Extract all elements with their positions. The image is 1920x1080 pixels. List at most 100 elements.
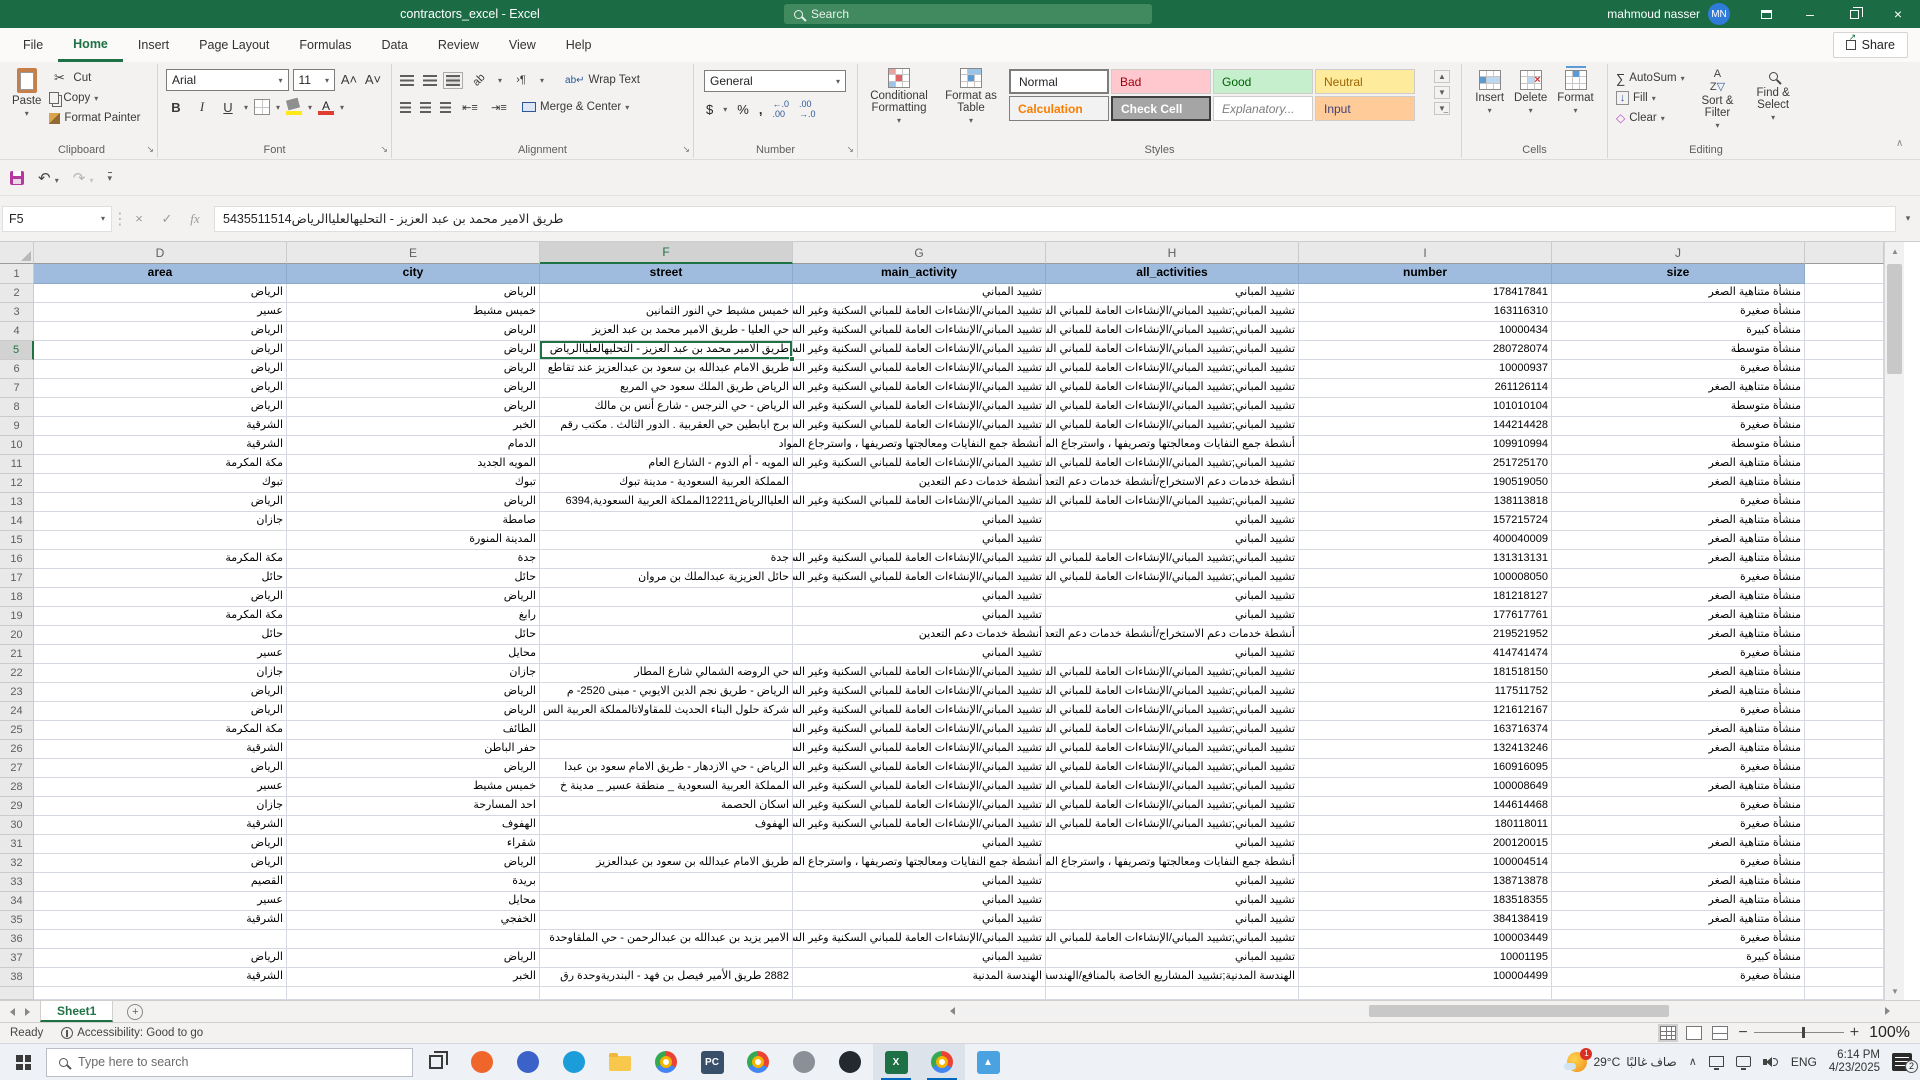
- cell-extra[interactable]: [1805, 759, 1884, 778]
- github-icon[interactable]: [827, 1044, 873, 1080]
- office-search-box[interactable]: Search: [784, 4, 1152, 24]
- cell-extra[interactable]: [1805, 816, 1884, 835]
- cell-extra[interactable]: [1805, 550, 1884, 569]
- paste-button[interactable]: Paste▾: [12, 68, 41, 128]
- cell-size[interactable]: منشأة متناهية الصغر: [1552, 474, 1805, 493]
- row-header[interactable]: 17: [0, 569, 34, 588]
- cell-number[interactable]: 178417841: [1299, 284, 1552, 303]
- increase-indent-button[interactable]: ⇥≡: [489, 97, 509, 117]
- row-header[interactable]: 7: [0, 379, 34, 398]
- style-calculation[interactable]: Calculation: [1009, 96, 1109, 121]
- cell-all[interactable]: تشييد المباني: [1046, 588, 1299, 607]
- cell-empty[interactable]: [1046, 987, 1299, 1000]
- cell-number[interactable]: 181518150: [1299, 664, 1552, 683]
- show-hidden-icons-button[interactable]: ∧: [1689, 1055, 1697, 1068]
- cell-all[interactable]: تشييد المباني;تشييد المباني/الإنشاءات ال…: [1046, 683, 1299, 702]
- cell-extra[interactable]: [1805, 873, 1884, 892]
- cell-number[interactable]: 163716374: [1299, 721, 1552, 740]
- row-header[interactable]: 3: [0, 303, 34, 322]
- pc-tile-icon[interactable]: PC: [689, 1044, 735, 1080]
- row-header[interactable]: [0, 987, 34, 1000]
- cell-extra[interactable]: [1805, 854, 1884, 873]
- cell-size[interactable]: منشأة متناهية الصغر: [1552, 588, 1805, 607]
- cell-city[interactable]: الرياض: [287, 284, 540, 303]
- cell-number[interactable]: 251725170: [1299, 455, 1552, 474]
- cell-number[interactable]: 190519050: [1299, 474, 1552, 493]
- cell-city[interactable]: جازان: [287, 664, 540, 683]
- cell-extra[interactable]: [1805, 721, 1884, 740]
- header-cell-street[interactable]: street: [540, 264, 793, 284]
- row-header[interactable]: 36: [0, 930, 34, 949]
- normal-view-button[interactable]: [1660, 1026, 1676, 1040]
- row-header[interactable]: 35: [0, 911, 34, 930]
- next-sheet-icon[interactable]: [25, 1008, 30, 1016]
- cell-extra[interactable]: [1805, 797, 1884, 816]
- cell-size[interactable]: منشأة متوسطة: [1552, 398, 1805, 417]
- gallery-more-button[interactable]: ▼̲: [1434, 102, 1450, 115]
- cell-area[interactable]: الرياض: [34, 588, 287, 607]
- tab-formulas[interactable]: Formulas: [284, 28, 366, 62]
- cell-area[interactable]: الشرقية: [34, 911, 287, 930]
- cell-all[interactable]: أنشطة جمع النفايات ومعالجتها وتصريفها ، …: [1046, 854, 1299, 873]
- sheet-tab-sheet1[interactable]: Sheet1: [40, 1001, 113, 1022]
- cell-all[interactable]: تشييد المباني;تشييد المباني/الإنشاءات ال…: [1046, 569, 1299, 588]
- prev-sheet-icon[interactable]: [10, 1008, 15, 1016]
- cell-all[interactable]: تشييد المباني;تشييد المباني/الإنشاءات ال…: [1046, 721, 1299, 740]
- firefox-icon[interactable]: [459, 1044, 505, 1080]
- cell-street[interactable]: 2882 طريق الأمير فيصل بن فهد - البندريةو…: [540, 968, 793, 987]
- cell-area[interactable]: مكة المكرمة: [34, 550, 287, 569]
- column-header-F[interactable]: F: [540, 242, 793, 264]
- cell-size[interactable]: منشأة صغيرة: [1552, 797, 1805, 816]
- font-name-select[interactable]: Arial▾: [166, 69, 289, 91]
- row-header[interactable]: 10: [0, 436, 34, 455]
- row-header[interactable]: 13: [0, 493, 34, 512]
- clock[interactable]: 6:14 PM 4/23/2025: [1829, 1049, 1880, 1075]
- zoom-level[interactable]: 100%: [1869, 1024, 1910, 1042]
- cell-street[interactable]: [540, 607, 793, 626]
- cell-city[interactable]: الرياض: [287, 949, 540, 968]
- cell-number[interactable]: 200120015: [1299, 835, 1552, 854]
- cell-area[interactable]: عسير: [34, 778, 287, 797]
- ribbon-collapse-icon[interactable]: ∧: [1896, 138, 1903, 149]
- cell-size[interactable]: منشأة صغيرة: [1552, 360, 1805, 379]
- cell-main[interactable]: تشييد المباني: [793, 892, 1046, 911]
- column-header-J[interactable]: J: [1552, 242, 1805, 264]
- cell-area[interactable]: الرياض: [34, 322, 287, 341]
- cell-street[interactable]: حي الروضه الشمالي شارع المطار: [540, 664, 793, 683]
- row-header[interactable]: 6: [0, 360, 34, 379]
- minimize-button[interactable]: –: [1788, 0, 1832, 28]
- tab-data[interactable]: Data: [366, 28, 422, 62]
- cell-area[interactable]: الرياض: [34, 835, 287, 854]
- cell-area[interactable]: مكة المكرمة: [34, 721, 287, 740]
- increase-decimal-button[interactable]: ←.0.00: [772, 99, 789, 119]
- grow-font-button[interactable]: A˄: [339, 69, 359, 89]
- teams-icon[interactable]: [505, 1044, 551, 1080]
- reading-order-button[interactable]: ›¶: [511, 70, 531, 90]
- cell-number[interactable]: 117511752: [1299, 683, 1552, 702]
- tab-help[interactable]: Help: [551, 28, 607, 62]
- cell-all[interactable]: أنشطة خدمات دعم الاستخراج/أنشطة خدمات دع…: [1046, 626, 1299, 645]
- zoom-slider[interactable]: − +: [1738, 1024, 1859, 1042]
- cell-street[interactable]: [540, 873, 793, 892]
- cell-area[interactable]: الشرقية: [34, 740, 287, 759]
- cell-area[interactable]: مكة المكرمة: [34, 455, 287, 474]
- cell-street[interactable]: المويه - أم الدوم - الشارع العام: [540, 455, 793, 474]
- cell-number[interactable]: 183518355: [1299, 892, 1552, 911]
- cell-number[interactable]: 280728074: [1299, 341, 1552, 360]
- cell-main[interactable]: تشييد المباني/الإنشاءات العامة للمباني ا…: [793, 683, 1046, 702]
- row-header[interactable]: 23: [0, 683, 34, 702]
- cell-extra[interactable]: [1805, 702, 1884, 721]
- cell-street[interactable]: المملكة العربية السعودية _ منطقة عسير _ …: [540, 778, 793, 797]
- italic-button[interactable]: I: [192, 97, 212, 117]
- cell-city[interactable]: الرياض: [287, 341, 540, 360]
- style-neutral[interactable]: Neutral: [1315, 69, 1415, 94]
- cell-size[interactable]: منشأة صغيرة: [1552, 930, 1805, 949]
- cell-all[interactable]: تشييد المباني: [1046, 284, 1299, 303]
- cell-size[interactable]: منشأة صغيرة: [1552, 645, 1805, 664]
- font-size-select[interactable]: 11▾: [293, 69, 335, 91]
- cell-city[interactable]: الرياض: [287, 379, 540, 398]
- style-check-cell[interactable]: Check Cell: [1111, 96, 1211, 121]
- scroll-left-icon[interactable]: [950, 1007, 955, 1015]
- decrease-decimal-button[interactable]: .00→.0: [799, 99, 816, 119]
- cell-number[interactable]: 100003449: [1299, 930, 1552, 949]
